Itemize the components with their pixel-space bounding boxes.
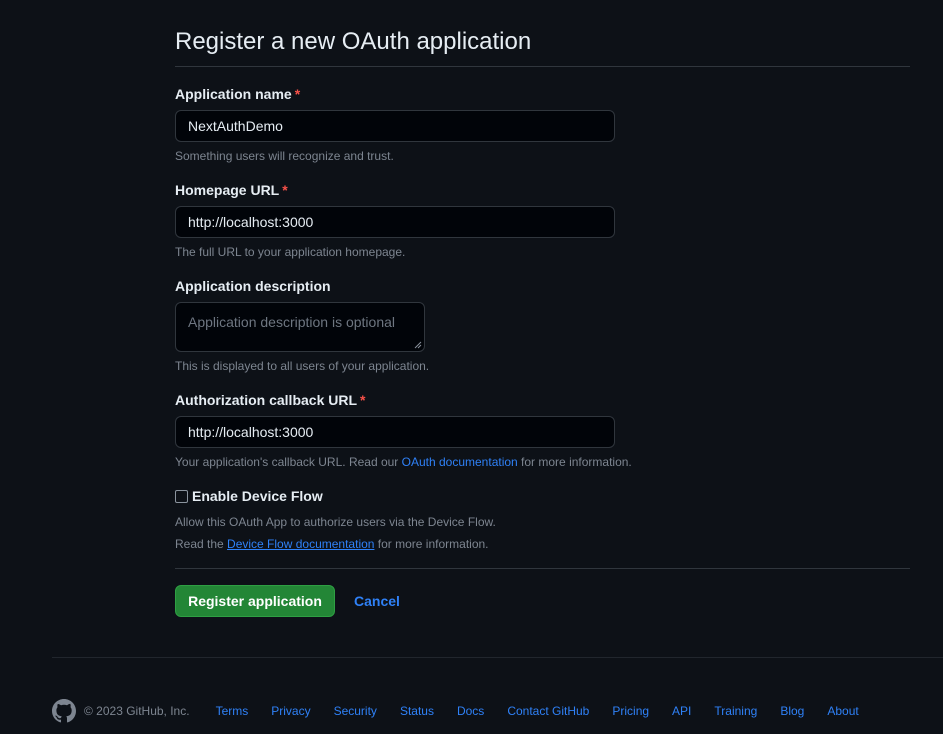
app-name-label-text: Application name bbox=[175, 86, 292, 102]
device-flow-label[interactable]: Enable Device Flow bbox=[192, 488, 323, 504]
resize-handle-icon[interactable] bbox=[414, 341, 422, 349]
footer-link-training[interactable]: Training bbox=[714, 704, 757, 718]
footer-link-pricing[interactable]: Pricing bbox=[612, 704, 649, 718]
footer-link-blog[interactable]: Blog bbox=[780, 704, 804, 718]
footer-link-about[interactable]: About bbox=[827, 704, 858, 718]
register-application-button[interactable]: Register application bbox=[175, 585, 335, 617]
device-docs-prefix: Read the bbox=[175, 537, 228, 551]
footer-link-docs[interactable]: Docs bbox=[457, 704, 484, 718]
device-flow-checkbox[interactable] bbox=[175, 489, 188, 503]
app-name-note: Something users will recognize and trust… bbox=[175, 149, 394, 163]
homepage-url-label-text: Homepage URL bbox=[175, 182, 280, 198]
footer-link-terms[interactable]: Terms bbox=[216, 704, 249, 718]
site-footer: © 2023 GitHub, Inc. Terms Privacy Securi… bbox=[52, 698, 869, 724]
homepage-url-note: The full URL to your application homepag… bbox=[175, 245, 406, 259]
cancel-link[interactable]: Cancel bbox=[354, 593, 400, 609]
footer-link-privacy[interactable]: Privacy bbox=[271, 704, 310, 718]
oauth-register-page: Register a new OAuth application Applica… bbox=[0, 0, 943, 734]
oauth-documentation-link[interactable]: OAuth documentation bbox=[402, 455, 518, 469]
device-flow-docs-note: Read the Device Flow documentation for m… bbox=[175, 537, 489, 551]
title-divider bbox=[175, 66, 910, 67]
required-mark: * bbox=[360, 392, 366, 408]
device-flow-note: Allow this OAuth App to authorize users … bbox=[175, 515, 496, 529]
page-title: Register a new OAuth application bbox=[175, 28, 532, 55]
device-flow-row: Enable Device Flow bbox=[175, 488, 323, 504]
footer-link-status[interactable]: Status bbox=[400, 704, 434, 718]
homepage-url-input[interactable] bbox=[175, 206, 615, 238]
description-label: Application description bbox=[175, 278, 331, 294]
callback-url-label-text: Authorization callback URL bbox=[175, 392, 358, 408]
device-flow-documentation-link[interactable]: Device Flow documentation bbox=[227, 537, 374, 551]
app-name-input[interactable] bbox=[175, 110, 615, 142]
description-label-text: Application description bbox=[175, 278, 331, 294]
callback-url-input[interactable] bbox=[175, 416, 615, 448]
callback-note-text: Your application's callback URL. Read ou… bbox=[175, 455, 402, 469]
description-textarea[interactable] bbox=[175, 302, 425, 352]
homepage-url-label: Homepage URL * bbox=[175, 182, 288, 198]
callback-url-note: Your application's callback URL. Read ou… bbox=[175, 455, 632, 469]
footer-link-contact[interactable]: Contact GitHub bbox=[507, 704, 589, 718]
footer-link-security[interactable]: Security bbox=[334, 704, 377, 718]
description-note: This is displayed to all users of your a… bbox=[175, 359, 430, 373]
footer-link-api[interactable]: API bbox=[672, 704, 691, 718]
github-logo-icon[interactable] bbox=[52, 699, 76, 723]
footer-divider bbox=[52, 657, 943, 658]
callback-url-label: Authorization callback URL * bbox=[175, 392, 365, 408]
callback-note-suffix: for more information. bbox=[517, 455, 632, 469]
actions-divider bbox=[175, 568, 910, 569]
required-mark: * bbox=[282, 182, 288, 198]
copyright-text: © 2023 GitHub, Inc. bbox=[84, 704, 190, 718]
app-name-label: Application name * bbox=[175, 86, 300, 102]
required-mark: * bbox=[294, 86, 301, 102]
device-docs-suffix: for more information. bbox=[374, 537, 489, 551]
